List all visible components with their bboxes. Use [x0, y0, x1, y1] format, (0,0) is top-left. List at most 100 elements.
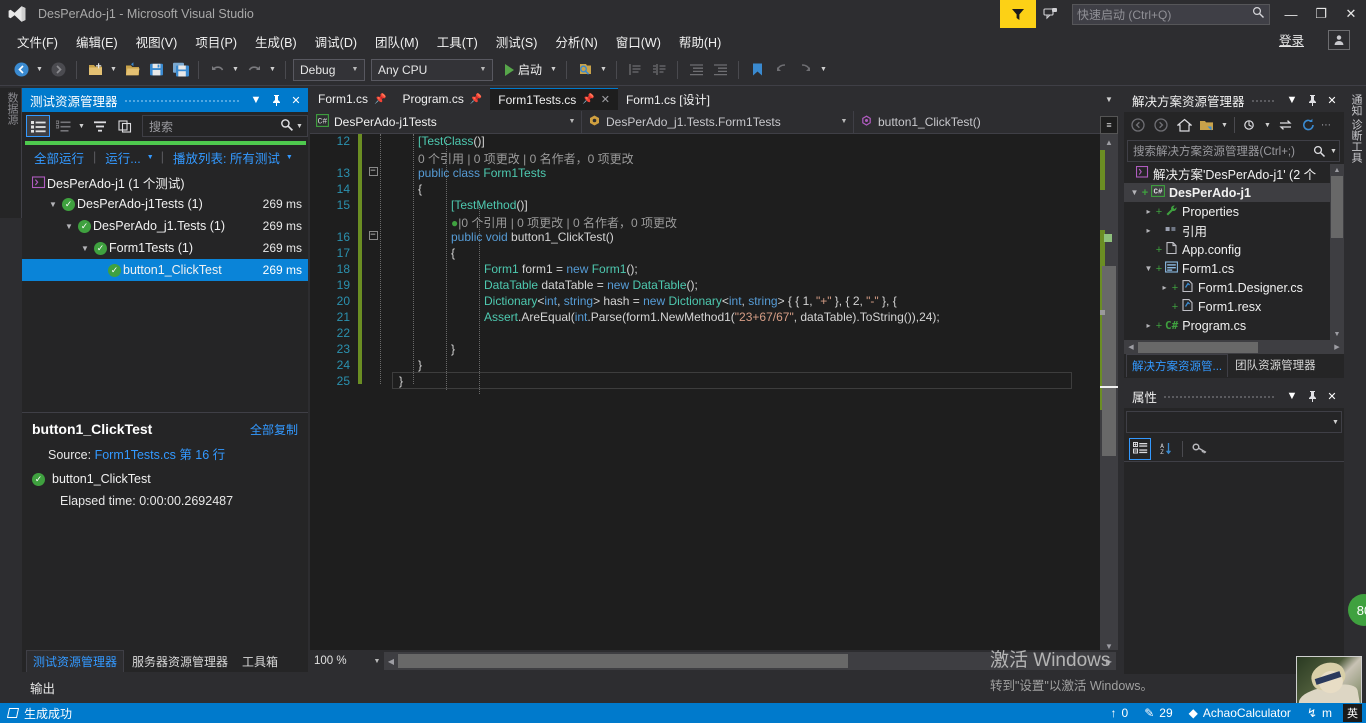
playlist-caret-icon[interactable]: ▼ — [284, 146, 295, 168]
open-file-icon[interactable] — [121, 59, 143, 81]
new-project-caret-icon[interactable]: ▼ — [108, 59, 119, 81]
notifications-icon[interactable] — [1036, 0, 1066, 28]
solution-node-program[interactable]: ▸ + C# Program.cs — [1124, 316, 1344, 335]
menu-item-help[interactable]: 帮助(H) — [670, 29, 730, 54]
pending-changes-icon[interactable] — [1196, 114, 1218, 136]
pin-icon[interactable] — [266, 88, 286, 112]
status-pending-edits[interactable]: ✎ 29 — [1139, 706, 1177, 720]
start-caret-icon[interactable]: ▼ — [548, 59, 559, 81]
run-tests-button[interactable]: 运行... — [101, 148, 144, 167]
expander-icon[interactable]: ▸ — [1142, 207, 1155, 216]
collapse-outline-icon[interactable]: − — [366, 230, 380, 240]
solution-node-form1-designer[interactable]: ▸ + Form1.Designer.cs — [1124, 278, 1344, 297]
pin-icon[interactable]: 📌 — [582, 94, 594, 105]
horizontal-scroll-thumb[interactable] — [1138, 341, 1258, 353]
solution-vertical-scrollbar[interactable]: ▲ ▼ — [1330, 164, 1344, 340]
solution-node-properties[interactable]: ▸ + Properties — [1124, 202, 1344, 221]
chevron-down-icon[interactable]: ▼ — [246, 88, 266, 112]
solution-node-root[interactable]: 解决方案'DesPerAdo-j1' (2 个 — [1124, 164, 1344, 183]
source-link[interactable]: Form1Tests.cs 第 16 行 — [95, 448, 226, 462]
search-icon[interactable] — [280, 118, 294, 135]
expander-icon[interactable]: ▸ — [1158, 283, 1171, 292]
copy-all-link[interactable]: 全部复制 — [250, 421, 298, 438]
menu-item-edit[interactable]: 编辑(E) — [67, 29, 127, 54]
editor-vertical-scrollbar[interactable]: ▲ ▼ — [1100, 134, 1118, 654]
scroll-down-icon[interactable]: ▼ — [1330, 328, 1344, 340]
feedback-funnel-icon[interactable] — [1000, 0, 1036, 28]
show-all-files-icon[interactable] — [1239, 114, 1261, 136]
status-unpublished-changes[interactable]: ↑ 0 — [1106, 706, 1134, 720]
dock-tab-toolbox[interactable]: 工具箱 — [236, 651, 284, 672]
test-tree-node[interactable]: ▼ ✓ DesPerAdo-j1Tests (1) 269 ms — [22, 193, 308, 215]
pin-icon[interactable]: 📌 — [374, 94, 386, 105]
editor-horizontal-scrollbar[interactable]: ◀ ▶ — [384, 652, 1116, 670]
solution-search-input[interactable]: 搜索解决方案资源管理器(Ctrl+;) ▼ — [1127, 140, 1340, 162]
menu-item-view[interactable]: 视图(V) — [127, 29, 187, 54]
start-debug-button[interactable]: 启动 — [501, 61, 546, 78]
chevron-down-icon[interactable]: ▼ — [1219, 114, 1230, 136]
home-icon[interactable] — [1173, 114, 1195, 136]
status-branch[interactable]: ↯ m — [1302, 706, 1337, 720]
account-icon[interactable] — [1328, 30, 1350, 50]
properties-key-icon[interactable] — [1189, 438, 1211, 460]
menu-item-analyze[interactable]: 分析(N) — [546, 29, 606, 54]
codelens-reference-15[interactable]: ●|0 个引用 | 0 项更改 | 0 名作者，0 项更改 — [451, 214, 677, 231]
sort-icon[interactable] — [88, 115, 112, 137]
document-tab-form1-cs[interactable]: Form1.cs 📌 — [310, 88, 394, 110]
expander-icon[interactable]: ▼ — [1142, 264, 1155, 273]
solution-node-appconfig[interactable]: + App.config — [1124, 240, 1344, 259]
vertical-scroll-thumb[interactable] — [1102, 266, 1116, 456]
find-caret-icon[interactable]: ▼ — [598, 59, 609, 81]
chat-bubble-icon[interactable]: 80 — [1348, 594, 1366, 626]
pin-icon[interactable] — [1302, 384, 1322, 408]
dock-tab-solution-explorer[interactable]: 解决方案资源管... — [1126, 353, 1229, 377]
navigate-back-icon[interactable] — [10, 59, 32, 81]
minimize-icon[interactable]: — — [1276, 0, 1306, 28]
expander-icon[interactable]: ▸ — [1142, 321, 1155, 330]
solution-node-form1[interactable]: ▼ + Form1.cs — [1124, 259, 1344, 278]
solution-node-project[interactable]: ▼ + C# DesPerAdo-j1 — [1124, 183, 1344, 202]
search-icon[interactable] — [1310, 145, 1328, 158]
chevron-down-icon[interactable]: ▼ — [1328, 140, 1339, 162]
pin-icon[interactable] — [1302, 88, 1322, 112]
chevron-down-icon[interactable]: ▼ — [370, 658, 384, 665]
refresh-icon[interactable] — [1297, 114, 1319, 136]
test-search-input[interactable]: 搜索 ▼ — [142, 115, 308, 137]
categorized-view-icon[interactable] — [1129, 437, 1151, 460]
scroll-left-icon[interactable]: ◀ — [1124, 343, 1138, 351]
status-repository[interactable]: ◆ AchaoCalculator — [1184, 706, 1296, 720]
dock-tab-server-explorer[interactable]: 服务器资源管理器 — [126, 651, 234, 672]
restore-icon[interactable]: ❐ — [1306, 0, 1336, 28]
new-project-icon[interactable] — [84, 59, 106, 81]
dock-tab-test-explorer[interactable]: 测试资源管理器 — [26, 650, 125, 672]
properties-object-combo[interactable]: ▼ — [1126, 411, 1342, 433]
scroll-right-icon[interactable]: ▶ — [1330, 343, 1344, 351]
alphabetical-sort-icon[interactable]: AZ — [1154, 438, 1176, 460]
split-view-icon[interactable]: ≡ — [1100, 116, 1118, 134]
drag-handle[interactable] — [1163, 384, 1276, 408]
sync-with-active-document-icon[interactable] — [1274, 114, 1296, 136]
document-tab-form1-designer[interactable]: Form1.cs [设计] — [618, 88, 718, 110]
navigate-back-caret-icon[interactable]: ▼ — [34, 59, 45, 81]
close-icon[interactable]: ✕ — [286, 88, 306, 112]
overflow-icon[interactable]: ⋯ — [1320, 114, 1332, 136]
chevron-down-icon[interactable]: ▼ — [1262, 114, 1273, 136]
horizontal-scroll-thumb[interactable] — [398, 654, 848, 668]
chevron-down-icon[interactable]: ▼ — [1282, 88, 1302, 112]
run-caret-icon[interactable]: ▼ — [145, 146, 156, 168]
menu-item-build[interactable]: 生成(B) — [246, 29, 306, 54]
solution-platform-combo[interactable]: Any CPU ▼ — [371, 58, 493, 81]
scroll-left-icon[interactable]: ◀ — [384, 657, 398, 666]
notifications-diagnostics-vertical-tab[interactable]: 通知 诊断工具 — [1344, 88, 1366, 298]
data-sources-vertical-tab[interactable]: 数据源 — [0, 88, 22, 218]
run-all-tests-button[interactable]: 全部运行 — [30, 148, 88, 167]
solution-node-references[interactable]: ▸ + 引用 — [1124, 221, 1344, 240]
expander-icon[interactable]: ▼ — [62, 222, 76, 231]
test-tree-node[interactable]: ▼ ✓ DesPerAdo_j1.Tests (1) 269 ms — [22, 215, 308, 237]
expander-icon[interactable]: ▼ — [46, 200, 60, 209]
collapse-outline-icon[interactable]: − — [366, 166, 380, 176]
solution-node-form1-resx[interactable]: + Form1.resx — [1124, 297, 1344, 316]
ime-indicator[interactable]: 英 — [1343, 704, 1362, 722]
navbar-project-combo[interactable]: C# DesPerAdo-j1Tests ▼ — [310, 110, 582, 133]
test-tree-node-selected[interactable]: ✓ button1_ClickTest 269 ms — [22, 259, 308, 281]
